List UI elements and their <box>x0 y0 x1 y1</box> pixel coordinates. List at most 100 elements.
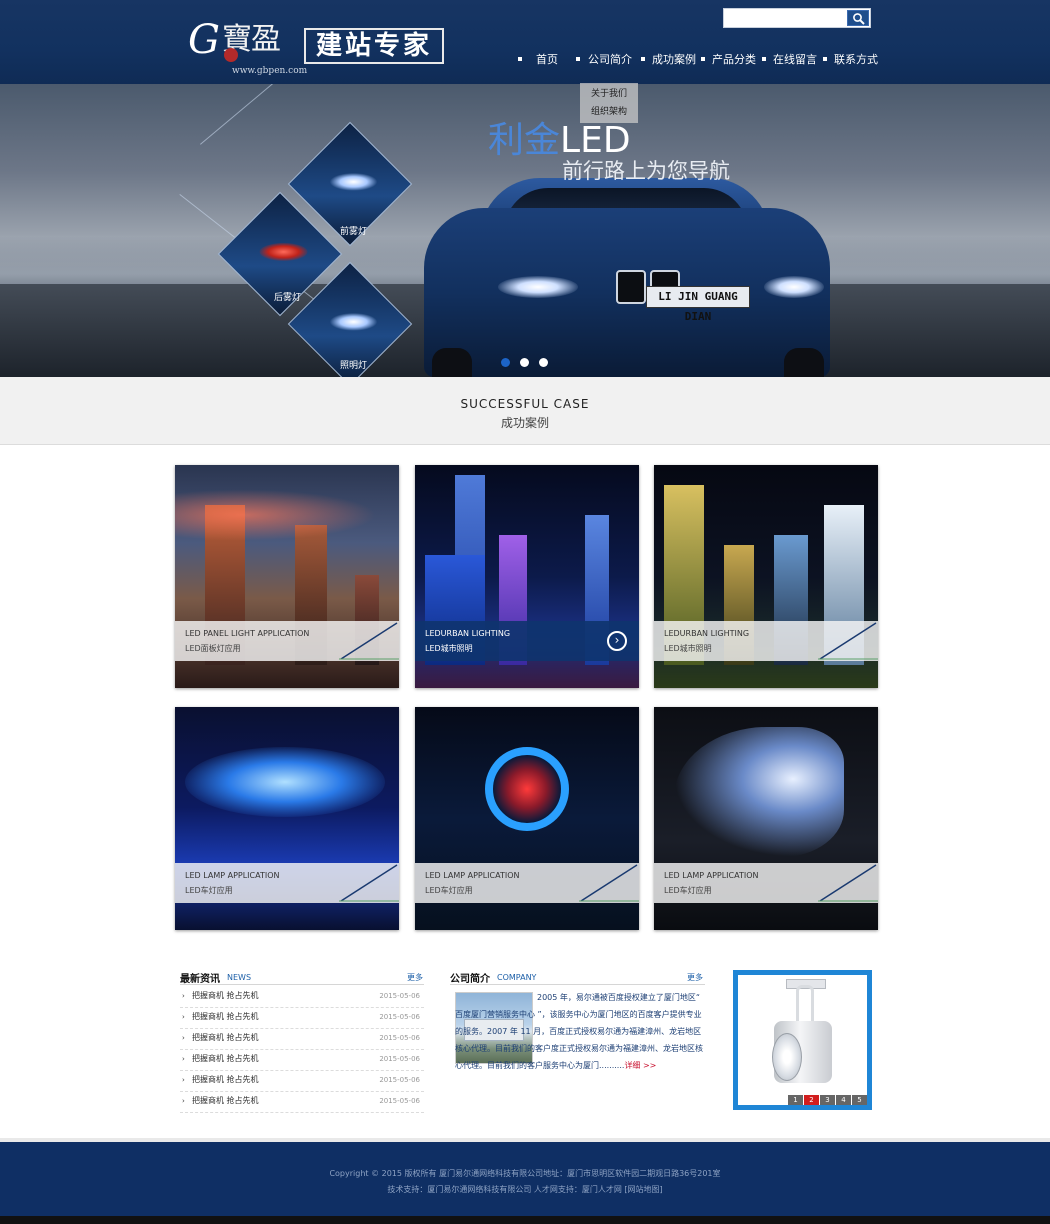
case-arrow-button[interactable]: › <box>607 631 627 651</box>
caption-decor-icon <box>818 864 878 902</box>
caption-decor-icon <box>339 622 399 660</box>
site-logo[interactable]: G 寶盈 建站专家 www.gbpen.com <box>186 18 448 80</box>
dropdown-item-organization[interactable]: 组织架构 <box>580 103 638 121</box>
news-item[interactable]: › 把握商机 抢占先机 2015-05-06 <box>180 1050 424 1071</box>
news-item[interactable]: › 把握商机 抢占先机 2015-05-06 <box>180 1092 424 1113</box>
product-showcase[interactable]: 1 2 3 4 5 <box>733 970 872 1110</box>
caption-decor-icon <box>579 864 639 902</box>
company-detail-link[interactable]: 详细 >> <box>624 1061 656 1070</box>
company-more-link[interactable]: 更多 <box>687 972 703 983</box>
search-input[interactable] <box>724 9 848 27</box>
car-grille-left <box>616 270 646 304</box>
footer-support: 技术支持：厦门易尔通网络科技有限公司 人才网支持：厦门人才网 [网站地图] <box>387 1185 663 1194</box>
news-item-date: 2015-05-06 <box>379 1055 420 1063</box>
case-caption: LEDURBAN LIGHTING LED城市照明 › <box>415 621 639 661</box>
case-caption: LEDURBAN LIGHTING LED城市照明 <box>654 621 878 661</box>
case-caption-en: LED LAMP APPLICATION <box>425 871 520 880</box>
company-intro-text: 2005 年，易尔通被百度授权建立了厦门地区“ 百度厦门营销服务中心 ”，该服务… <box>455 993 703 1070</box>
search-button[interactable] <box>847 10 869 26</box>
section-title-en: SUCCESSFUL CASE <box>460 397 590 411</box>
news-subtitle: NEWS <box>227 973 252 982</box>
pager-item[interactable]: 1 <box>788 1095 803 1105</box>
headlight-glow <box>674 727 844 857</box>
case-caption-en: LED LAMP APPLICATION <box>185 871 280 880</box>
news-item-title[interactable]: 把握商机 抢占先机 <box>192 990 259 1001</box>
headlight-glow <box>185 747 385 817</box>
search-icon <box>853 13 865 25</box>
case-card[interactable]: LEDURBAN LIGHTING LED城市照明 › <box>415 465 639 688</box>
taillight-glow <box>259 242 308 261</box>
case-caption-cn: LED面板灯应用 <box>185 644 241 653</box>
banner-title-led: LED <box>560 120 631 161</box>
pager-item[interactable]: 3 <box>820 1095 835 1105</box>
section-heading: SUCCESSFUL CASE 成功案例 <box>0 377 1050 445</box>
logo-slogan: 建站专家 <box>315 31 432 61</box>
license-plate-text: LI JIN GUANG DIAN <box>658 290 738 323</box>
pager-item[interactable]: 4 <box>836 1095 851 1105</box>
news-item-date: 2015-05-06 <box>379 992 420 1000</box>
pager-item[interactable]: 5 <box>852 1095 867 1105</box>
slider-dot-2[interactable] <box>520 358 529 367</box>
news-item-title[interactable]: 把握商机 抢占先机 <box>192 1095 259 1106</box>
case-card[interactable]: LED LAMP APPLICATION LED车灯应用 <box>415 707 639 930</box>
slider-dots <box>501 358 551 368</box>
pager-item-active[interactable]: 2 <box>804 1095 819 1105</box>
news-item[interactable]: › 把握商机 抢占先机 2015-05-06 <box>180 987 424 1008</box>
chevron-right-icon: › <box>182 1097 185 1105</box>
case-caption-cn: LED城市照明 <box>664 644 712 653</box>
case-card[interactable]: LED LAMP APPLICATION LED车灯应用 <box>175 707 399 930</box>
nav-bullet-icon <box>641 57 645 61</box>
search-box <box>723 8 871 28</box>
banner-title-brand: 利金 <box>488 120 561 161</box>
news-item-title[interactable]: 把握商机 抢占先机 <box>192 1074 259 1085</box>
angel-eye-glow <box>485 747 569 831</box>
frame-line <box>200 84 339 145</box>
case-caption: LED LAMP APPLICATION LED车灯应用 <box>175 863 399 903</box>
nav-item-cases[interactable]: 成功案例 <box>652 52 696 68</box>
nav-item-contact[interactable]: 联系方式 <box>834 52 878 68</box>
divider <box>450 984 705 985</box>
case-caption-cn: LED车灯应用 <box>664 886 712 895</box>
nav-bullet-icon <box>576 57 580 61</box>
headlight-glow <box>329 172 378 191</box>
news-item[interactable]: › 把握商机 抢占先机 2015-05-06 <box>180 1008 424 1029</box>
news-item-title[interactable]: 把握商机 抢占先机 <box>192 1011 259 1022</box>
slider-dot-1[interactable] <box>501 358 510 367</box>
news-more-link[interactable]: 更多 <box>407 972 423 983</box>
nav-item-home[interactable]: 首页 <box>536 52 558 68</box>
case-caption-cn: LED车灯应用 <box>185 886 233 895</box>
license-plate: LI JIN GUANG DIAN <box>646 286 750 323</box>
fog-light-label: 前雾灯 <box>340 227 368 237</box>
footer-bottom-bar <box>0 1216 1050 1224</box>
news-item[interactable]: › 把握商机 抢占先机 2015-05-06 <box>180 1071 424 1092</box>
case-caption-en: LED LAMP APPLICATION <box>664 871 759 880</box>
news-list: › 把握商机 抢占先机 2015-05-06 › 把握商机 抢占先机 2015-… <box>180 987 424 1113</box>
banner-title: 利金LED <box>488 120 631 162</box>
car-wheel-left <box>432 348 472 377</box>
headlight-glow <box>329 312 378 331</box>
nav-item-message[interactable]: 在线留言 <box>773 52 817 68</box>
car-headlight-left <box>498 276 578 298</box>
news-item-date: 2015-05-06 <box>379 1097 420 1105</box>
site-footer: Copyright © 2015 版权所有 厦门易尔通网络科技有限公司地址：厦门… <box>0 1142 1050 1224</box>
hero-banner: 前雾灯 后雾灯 照明灯 LI JIN GUANG DIAN 利金LED 前行路上… <box>0 84 1050 377</box>
case-caption: LED PANEL LIGHT APPLICATION LED面板灯应用 <box>175 621 399 661</box>
case-card[interactable]: LED PANEL LIGHT APPLICATION LED面板灯应用 <box>175 465 399 688</box>
news-item[interactable]: › 把握商机 抢占先机 2015-05-06 <box>180 1029 424 1050</box>
news-item-title[interactable]: 把握商机 抢占先机 <box>192 1032 259 1043</box>
logo-letter: G <box>188 17 220 63</box>
nav-item-about[interactable]: 公司简介 <box>588 52 632 68</box>
case-card[interactable]: LEDURBAN LIGHTING LED城市照明 <box>654 465 878 688</box>
dropdown-item-about-us[interactable]: 关于我们 <box>580 85 638 103</box>
chevron-right-icon: › <box>182 992 185 1000</box>
news-item-title[interactable]: 把握商机 抢占先机 <box>192 1053 259 1064</box>
nav-item-products[interactable]: 产品分类 <box>712 52 756 68</box>
news-item-date: 2015-05-06 <box>379 1013 420 1021</box>
case-caption-en: LED PANEL LIGHT APPLICATION <box>185 629 310 638</box>
rear-light-label: 后雾灯 <box>274 293 302 303</box>
chevron-right-icon: › <box>182 1076 185 1084</box>
company-title: 公司简介 <box>450 974 490 985</box>
banner-subtitle: 前行路上为您导航 <box>562 159 730 183</box>
case-card[interactable]: LED LAMP APPLICATION LED车灯应用 <box>654 707 878 930</box>
slider-dot-3[interactable] <box>539 358 548 367</box>
